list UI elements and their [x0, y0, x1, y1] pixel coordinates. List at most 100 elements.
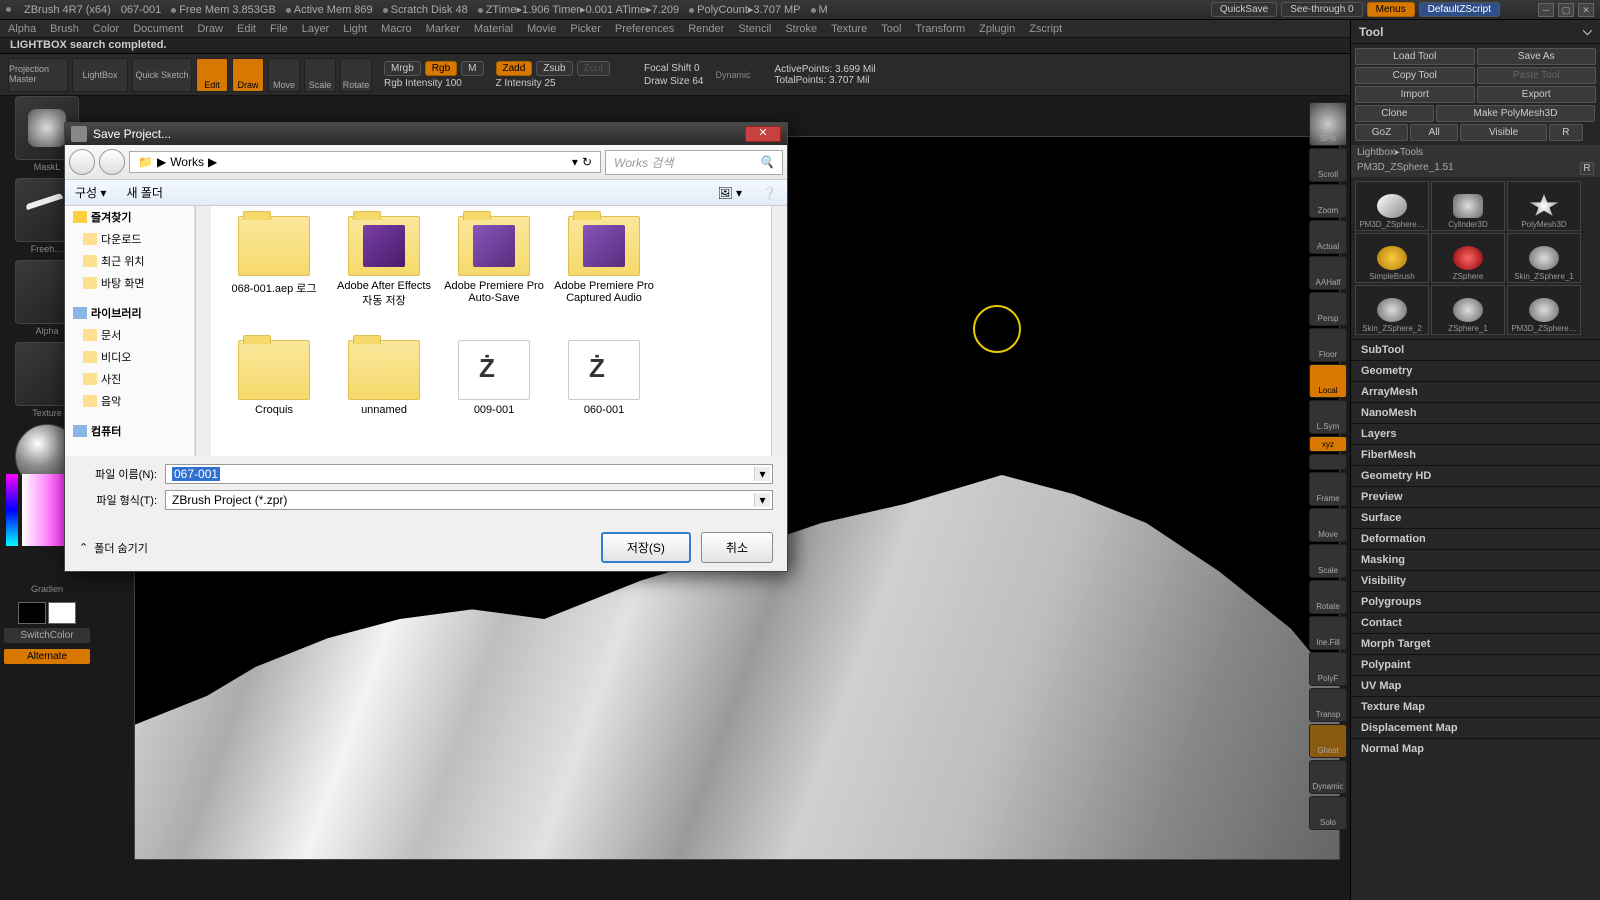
- section-normalmap[interactable]: Normal Map: [1351, 738, 1600, 759]
- see-through-slider[interactable]: See-through 0: [1281, 2, 1362, 17]
- nav-back-button[interactable]: [69, 149, 95, 175]
- rail-pad[interactable]: [1309, 454, 1347, 470]
- files-scrollbar[interactable]: [771, 206, 787, 456]
- dialog-title-bar[interactable]: Save Project... ✕: [65, 123, 787, 145]
- swatch-white[interactable]: [48, 602, 76, 624]
- menu-item[interactable]: Zscript: [1029, 23, 1062, 35]
- section-uvmap[interactable]: UV Map: [1351, 675, 1600, 696]
- section-masking[interactable]: Masking: [1351, 549, 1600, 570]
- draw-button[interactable]: Draw: [232, 58, 264, 92]
- dynamic-label[interactable]: Dynamic: [715, 70, 750, 80]
- section-preview[interactable]: Preview: [1351, 486, 1600, 507]
- rgb-chip[interactable]: Rgb: [425, 61, 457, 76]
- file-item[interactable]: Adobe Premiere Pro Captured Audio: [551, 216, 657, 336]
- menu-item[interactable]: Tool: [881, 23, 901, 35]
- section-surface[interactable]: Surface: [1351, 507, 1600, 528]
- dialog-close-button[interactable]: ✕: [745, 126, 781, 142]
- load-tool-button[interactable]: Load Tool: [1355, 48, 1475, 65]
- paste-tool-button[interactable]: Paste Tool: [1477, 67, 1597, 84]
- edit-button[interactable]: Edit: [196, 58, 228, 92]
- nav-forward-button[interactable]: [99, 149, 125, 175]
- section-nanomesh[interactable]: NanoMesh: [1351, 402, 1600, 423]
- view-button[interactable]: 🖼 ▾: [717, 186, 742, 200]
- file-item[interactable]: Ż060-001: [551, 340, 657, 456]
- rail-persp[interactable]: Persp: [1309, 292, 1347, 326]
- minimize-icon[interactable]: ─: [1538, 3, 1554, 17]
- sidebar-computer[interactable]: 컴퓨터: [65, 420, 194, 442]
- projection-master-button[interactable]: Projection Master: [8, 58, 68, 92]
- section-contact[interactable]: Contact: [1351, 612, 1600, 633]
- rail-lsym[interactable]: L.Sym: [1309, 400, 1347, 434]
- menu-item[interactable]: File: [270, 23, 288, 35]
- draw-size[interactable]: Draw Size 64: [644, 76, 703, 87]
- menu-item[interactable]: Alpha: [8, 23, 36, 35]
- hue-strip[interactable]: [6, 474, 18, 546]
- rail-polyf[interactable]: PolyF: [1309, 652, 1347, 686]
- menu-item[interactable]: Material: [474, 23, 513, 35]
- menus-button[interactable]: Menus: [1367, 2, 1415, 17]
- sidebar-scrollbar[interactable]: [195, 206, 211, 456]
- rail-spix[interactable]: SPix: [1309, 102, 1347, 146]
- save-button[interactable]: 저장(S): [601, 532, 691, 563]
- menu-item[interactable]: Edit: [237, 23, 256, 35]
- rail-scroll[interactable]: Scroll: [1309, 148, 1347, 182]
- menu-item[interactable]: Draw: [197, 23, 223, 35]
- goz-button[interactable]: GoZ: [1355, 124, 1408, 141]
- sidebar-item[interactable]: 다운로드: [65, 228, 194, 250]
- file-item[interactable]: Adobe Premiere Pro Auto-Save: [441, 216, 547, 336]
- sidebar-item[interactable]: 최근 위치: [65, 250, 194, 272]
- rail-local[interactable]: Local: [1309, 364, 1347, 398]
- rail-xyz[interactable]: xyz: [1309, 436, 1347, 452]
- switch-color-button[interactable]: SwitchColor: [4, 628, 90, 643]
- tool-thumb[interactable]: PolyMesh3D: [1507, 181, 1581, 231]
- rail-zoom[interactable]: Zoom: [1309, 184, 1347, 218]
- section-arraymesh[interactable]: ArrayMesh: [1351, 381, 1600, 402]
- rail-solo[interactable]: Solo: [1309, 796, 1347, 830]
- section-polypaint[interactable]: Polypaint: [1351, 654, 1600, 675]
- lightbox-button[interactable]: LightBox: [72, 58, 128, 92]
- menu-item[interactable]: Light: [343, 23, 367, 35]
- export-button[interactable]: Export: [1477, 86, 1597, 103]
- clone-button[interactable]: Clone: [1355, 105, 1434, 122]
- sidebar-favorites[interactable]: 즐겨찾기: [65, 206, 194, 228]
- section-morphtarget[interactable]: Morph Target: [1351, 633, 1600, 654]
- save-as-button[interactable]: Save As: [1477, 48, 1597, 65]
- move-button[interactable]: Move: [268, 58, 300, 92]
- sidebar-item[interactable]: 음악: [65, 390, 194, 412]
- rail-move[interactable]: Move: [1309, 508, 1347, 542]
- file-item[interactable]: Adobe After Effects 자동 저장: [331, 216, 437, 336]
- help-icon[interactable]: ❔: [762, 186, 777, 200]
- tool-thumb[interactable]: Cylinder3D: [1431, 181, 1505, 231]
- menu-item[interactable]: Picker: [570, 23, 601, 35]
- search-input[interactable]: Works 검색 🔍: [605, 150, 783, 175]
- section-geometry[interactable]: Geometry: [1351, 360, 1600, 381]
- menu-item[interactable]: Transform: [915, 23, 965, 35]
- m-chip[interactable]: M: [461, 61, 483, 76]
- rotate-button[interactable]: Rotate: [340, 58, 372, 92]
- tool-thumb[interactable]: PM3D_ZSphere…: [1507, 285, 1581, 335]
- visible-button[interactable]: Visible: [1460, 124, 1547, 141]
- rgb-intensity[interactable]: Rgb Intensity 100: [384, 78, 484, 89]
- section-fibermesh[interactable]: FiberMesh: [1351, 444, 1600, 465]
- tool-thumb[interactable]: SimpleBrush: [1355, 233, 1429, 283]
- section-layers[interactable]: Layers: [1351, 423, 1600, 444]
- file-item[interactable]: 068-001.aep 로그: [221, 216, 327, 336]
- menu-item[interactable]: Document: [133, 23, 183, 35]
- new-folder-button[interactable]: 새 폴더: [126, 184, 162, 201]
- rail-aahalf[interactable]: AAHalf: [1309, 256, 1347, 290]
- section-displacement[interactable]: Displacement Map: [1351, 717, 1600, 738]
- menu-item[interactable]: Color: [93, 23, 119, 35]
- quicksave-button[interactable]: QuickSave: [1211, 2, 1277, 17]
- z-intensity[interactable]: Z Intensity 25: [496, 78, 610, 89]
- focal-shift[interactable]: Focal Shift 0: [644, 63, 703, 74]
- rail-scale[interactable]: Scale: [1309, 544, 1347, 578]
- tool-thumb[interactable]: PM3D_ZSphere…: [1355, 181, 1429, 231]
- cancel-button[interactable]: 취소: [701, 532, 773, 563]
- copy-tool-button[interactable]: Copy Tool: [1355, 67, 1475, 84]
- lightbox-tools-label[interactable]: Lightbox▸Tools: [1351, 145, 1600, 160]
- tool-thumb[interactable]: ZSphere_1: [1431, 285, 1505, 335]
- tool-thumb[interactable]: Skin_ZSphere_1: [1507, 233, 1581, 283]
- zscript-button[interactable]: DefaultZScript: [1419, 2, 1500, 17]
- file-item[interactable]: Ż009-001: [441, 340, 547, 456]
- section-visibility[interactable]: Visibility: [1351, 570, 1600, 591]
